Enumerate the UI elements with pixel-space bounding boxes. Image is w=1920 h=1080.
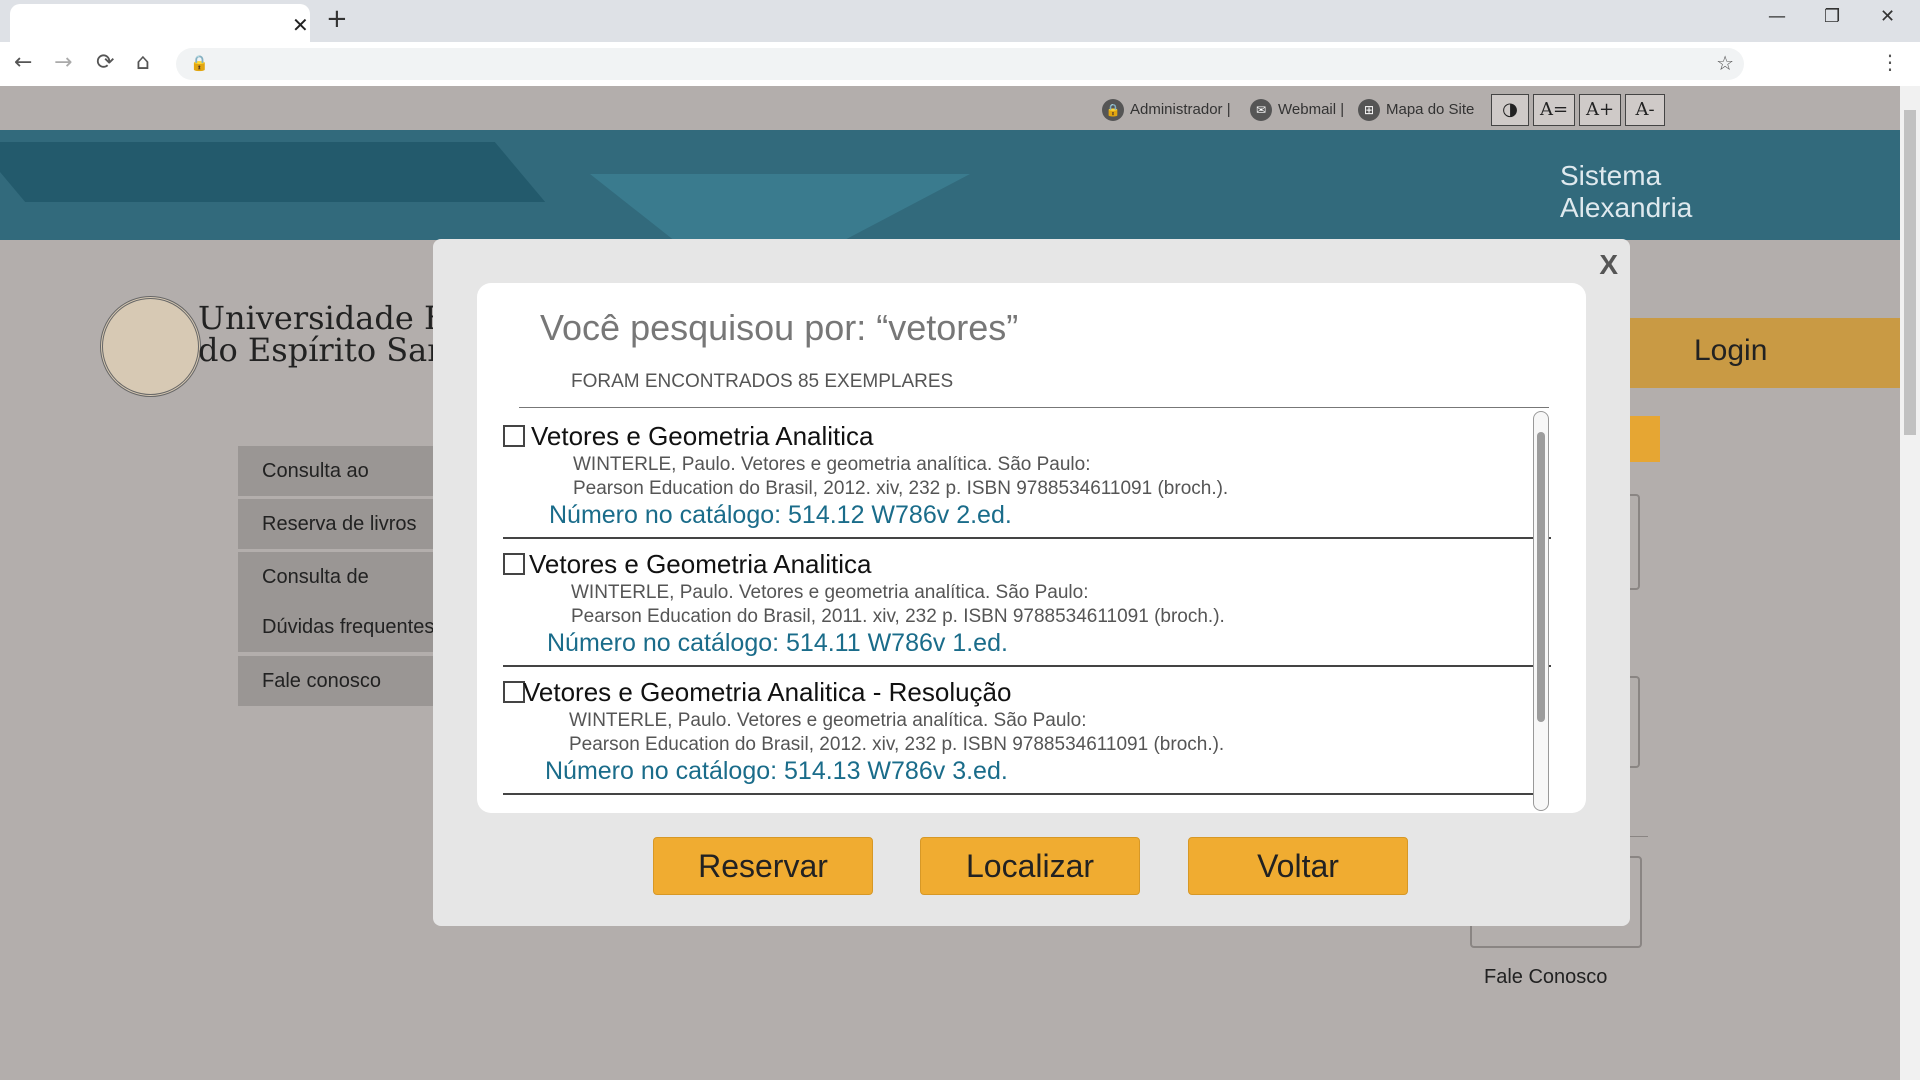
result-description-line: Pearson Education do Brasil, 2012. xiv, … [573,478,1229,499]
back-icon[interactable]: ← [14,50,32,75]
reload-icon[interactable]: ⟳ [96,50,114,75]
browser-tab-bar: ✕ + — ❐ ✕ [0,0,1920,42]
font-decrease-button[interactable]: A- [1625,94,1665,126]
voltar-button[interactable]: Voltar [1188,837,1408,895]
webmail-label: Webmail [1278,100,1337,118]
result-description-line: Pearson Education do Brasil, 2011. xiv, … [571,606,1225,627]
mail-icon: ✉ [1250,99,1272,121]
divider [519,407,1549,408]
tab-close-icon[interactable]: ✕ [292,13,309,37]
result-title: Vetores e Geometria Analitica [531,421,874,451]
sitemap-link[interactable]: ⊞ Mapa do Site [1358,99,1474,121]
forward-icon[interactable]: → [54,50,72,75]
sidebar-item-duvidas[interactable]: Dúvidas frequentes [238,602,438,652]
address-bar[interactable]: 🔒 ☆ [176,48,1744,80]
lock-icon: 🔒 [1102,99,1124,121]
webmail-link[interactable]: ✉ Webmail | [1250,99,1344,121]
home-icon[interactable]: ⌂ [136,50,150,75]
select-checkbox[interactable] [503,553,525,575]
catalog-number: Número no catálogo: 514.12 W786v 2.ed. [549,501,1012,529]
page-scrollbar[interactable] [1900,86,1920,1080]
university-seal-icon [100,296,201,397]
result-title: Vetores e Geometria Analitica [529,549,872,579]
restore-icon[interactable]: ❐ [1824,6,1840,27]
search-results-modal: X Você pesquisou por: “vetores” FORAM EN… [433,239,1630,926]
sidebar-item-reserva[interactable]: Reserva de livros [238,499,438,549]
browser-toolbar: ← → ⟳ ⌂ 🔒 ☆ ⋮ [0,42,1920,87]
result-description-line: WINTERLE, Paulo. Vetores e geometria ana… [571,582,1089,603]
system-logo-line1: Sistema [1560,160,1662,191]
reservar-button[interactable]: Reservar [653,837,873,895]
select-checkbox[interactable] [503,425,525,447]
list-item: Vetores e Geometria Analitica WINTERLE, … [503,539,1551,667]
result-title: Vetores e Geometria Analitica - Resoluçã… [523,677,1012,707]
new-tab-icon[interactable]: + [326,4,348,34]
list-item: Vetores e Geometria Analitica WINTERLE, … [503,411,1551,539]
sitemap-icon: ⊞ [1358,99,1380,121]
separator: | [1340,100,1345,118]
login-link[interactable]: Login [1694,334,1767,368]
sitemap-label: Mapa do Site [1386,100,1475,118]
fale-conosco-label[interactable]: Fale Conosco [1484,966,1607,989]
result-description: WINTERLE, Paulo. Vetores e geometria ana… [571,581,1225,629]
list-item: Vetores e Geometria Analitica - Resoluçã… [503,667,1549,795]
admin-link[interactable]: 🔒 Administrador | [1102,99,1231,121]
results-scrollbar[interactable] [1533,411,1549,811]
results-list: Vetores e Geometria Analitica WINTERLE, … [503,411,1551,813]
results-scrollbar-thumb[interactable] [1537,432,1545,722]
results-panel: Você pesquisou por: “vetores” FORAM ENCO… [477,283,1586,813]
result-description-line: Pearson Education do Brasil, 2012. xiv, … [569,734,1225,755]
login-bar[interactable]: Login [1600,318,1900,388]
sidebar-item-debitos[interactable]: Consulta de débitos [238,552,438,638]
catalog-number: Número no catálogo: 514.13 W786v 3.ed. [545,757,1008,785]
bookmark-star-icon[interactable]: ☆ [1716,51,1734,75]
result-description: WINTERLE, Paulo. Vetores e geometria ana… [573,453,1228,501]
utility-bar: 🔒 Administrador | ✉ Webmail | ⊞ Mapa do Sit… [0,86,1900,130]
localizar-button[interactable]: Localizar [920,837,1140,895]
system-logo-line2: Alexandria [1560,192,1693,223]
admin-label: Administrador [1130,100,1223,118]
sidebar-item-catalogo[interactable]: Consulta ao catálogo [238,446,438,532]
browser-menu-icon[interactable]: ⋮ [1880,50,1900,74]
select-checkbox[interactable] [503,681,525,703]
modal-close-button[interactable]: X [1599,249,1618,281]
sidebar-item-fale[interactable]: Fale conosco [238,656,438,706]
result-description-line: WINTERLE, Paulo. Vetores e geometria ana… [569,710,1087,731]
separator: | [1226,100,1231,118]
catalog-number: Número no catálogo: 514.11 W786v 1.ed. [547,629,1008,657]
result-count: FORAM ENCONTRADOS 85 EXEMPLARES [571,371,954,392]
result-description: WINTERLE, Paulo. Vetores e geometria ana… [569,709,1224,757]
font-reset-button[interactable]: A= [1533,94,1575,126]
banner-decoration [0,142,546,202]
result-description-line: WINTERLE, Paulo. Vetores e geometria ana… [573,454,1091,475]
lock-icon: 🔒 [190,54,209,72]
page-scrollbar-thumb[interactable] [1904,110,1916,435]
contrast-button[interactable]: ◑ [1491,94,1529,126]
window-close-icon[interactable]: ✕ [1880,6,1895,27]
query-title: Você pesquisou por: “vetores” [540,307,1019,348]
browser-tab[interactable]: ✕ [10,4,310,42]
minimize-icon[interactable]: — [1768,6,1786,27]
font-increase-button[interactable]: A+ [1579,94,1621,126]
